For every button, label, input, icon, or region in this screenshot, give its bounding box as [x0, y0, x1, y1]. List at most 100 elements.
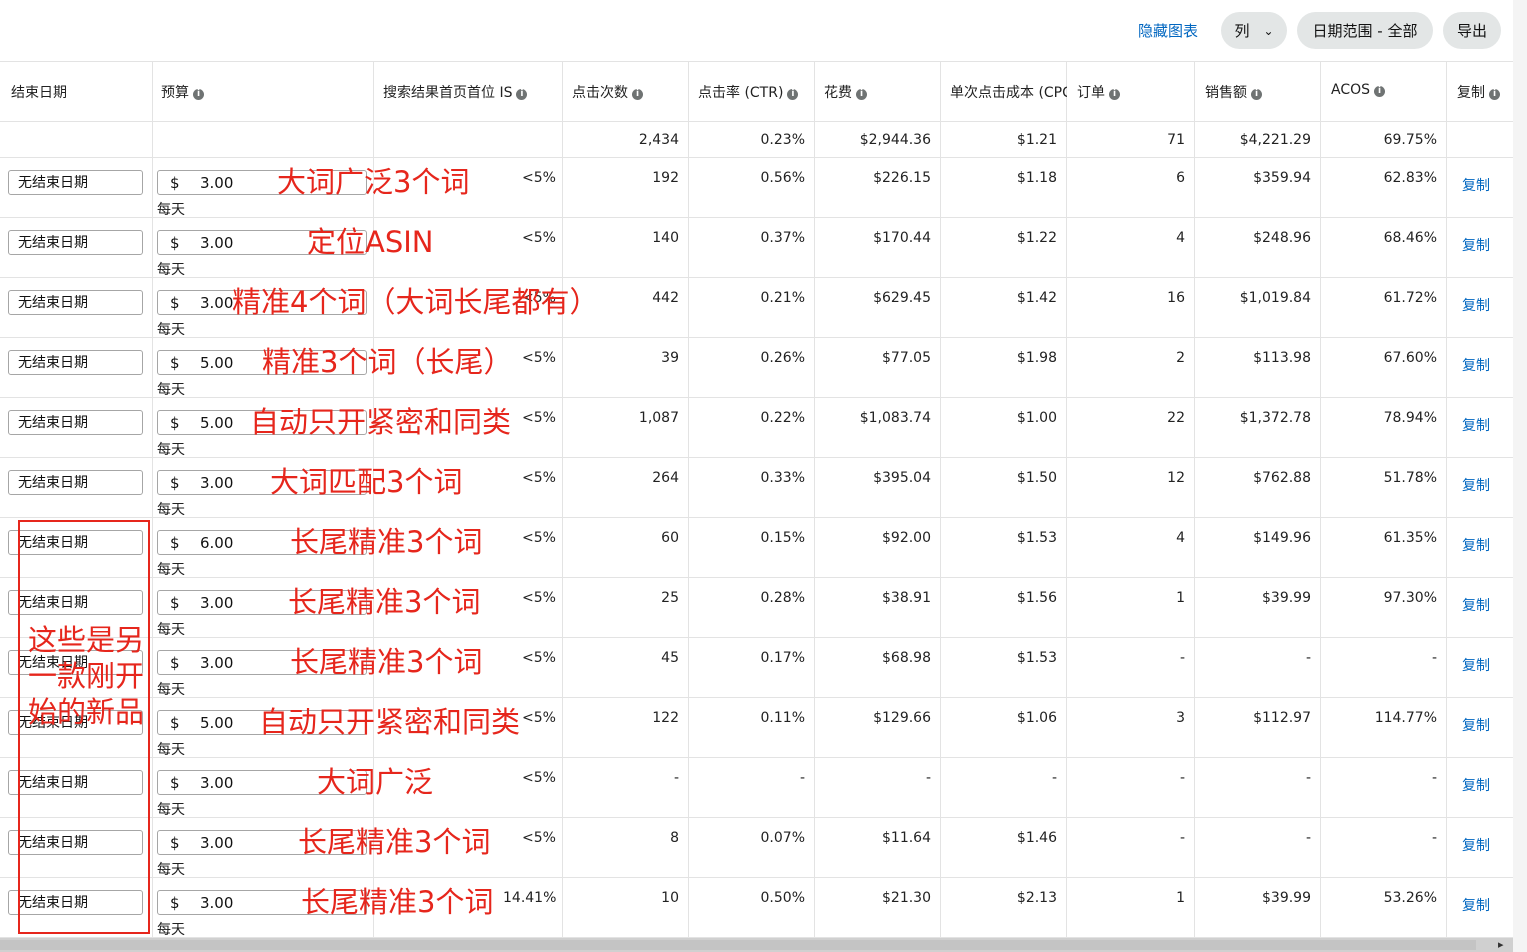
- copy-link[interactable]: 复制: [1462, 715, 1490, 735]
- copy-link[interactable]: 复制: [1462, 355, 1490, 375]
- copy-link[interactable]: 复制: [1462, 595, 1490, 615]
- header-top-is[interactable]: 搜索结果首页首位 IS i: [383, 82, 558, 102]
- ctr-value: 0.07%: [760, 830, 805, 846]
- export-button[interactable]: 导出: [1443, 12, 1501, 49]
- currency-symbol: $: [170, 654, 180, 672]
- total-clicks: 2,434: [638, 132, 679, 148]
- copy-link[interactable]: 复制: [1462, 175, 1490, 195]
- per-day-label: 每天: [157, 622, 185, 638]
- acos-value: 78.94%: [1383, 410, 1437, 426]
- orders-value: 16: [1167, 290, 1185, 306]
- table-row: 无结束日期 $3.00 每天 <5% 442 0.21% $629.45 $1.42 16 $1,…: [0, 278, 1513, 338]
- end-date-field[interactable]: 无结束日期: [8, 470, 143, 495]
- copy-link[interactable]: 复制: [1462, 535, 1490, 555]
- header-spend[interactable]: 花费 i: [824, 82, 936, 102]
- cpc-value: $1.50: [1016, 470, 1057, 486]
- header-acos[interactable]: ACOS i: [1331, 82, 1443, 98]
- date-range-button[interactable]: 日期范围 - 全部: [1297, 12, 1433, 49]
- copy-link[interactable]: 复制: [1462, 835, 1490, 855]
- export-label: 导出: [1456, 22, 1487, 40]
- cpc-value: -: [1051, 770, 1057, 786]
- copy-link[interactable]: 复制: [1462, 475, 1490, 495]
- clicks-value: 140: [652, 230, 679, 246]
- clicks-value: 264: [652, 470, 679, 486]
- end-date-field[interactable]: 无结束日期: [8, 170, 143, 195]
- copy-link[interactable]: 复制: [1462, 295, 1490, 315]
- header-orders[interactable]: 订单 i: [1077, 82, 1189, 102]
- hide-chart-link[interactable]: 隐藏图表: [1138, 20, 1198, 41]
- header-copy[interactable]: 复制 i: [1457, 82, 1513, 102]
- acos-value: 68.46%: [1383, 230, 1437, 246]
- info-icon[interactable]: i: [193, 89, 204, 100]
- spend-value: $1,083.74: [859, 410, 931, 426]
- end-date-field[interactable]: 无结束日期: [8, 410, 143, 435]
- currency-symbol: $: [170, 474, 180, 492]
- header-cpc[interactable]: 单次点击成本 (CPC: [950, 82, 1067, 102]
- acos-value: 97.30%: [1383, 590, 1437, 606]
- table-row: 无结束日期 $6.00 每天 <5% 60 0.15% $92.00 $1.53 4 $149.9…: [0, 518, 1513, 578]
- annotation-note: 自动只开紧密和同类: [259, 705, 521, 739]
- header-clicks[interactable]: 点击次数 i: [572, 82, 684, 102]
- spend-value: $21.30: [882, 890, 931, 906]
- clicks-value: 39: [661, 350, 679, 366]
- info-icon[interactable]: i: [632, 89, 643, 100]
- end-date-field[interactable]: 无结束日期: [8, 350, 143, 375]
- ctr-value: 0.28%: [760, 590, 805, 606]
- top-is-value: <5%: [522, 530, 556, 546]
- info-icon[interactable]: i: [787, 89, 799, 100]
- copy-link[interactable]: 复制: [1462, 655, 1490, 675]
- annotation-note: 大词广泛3个词: [277, 165, 470, 199]
- orders-value: -: [1179, 650, 1185, 666]
- orders-value: 4: [1176, 530, 1185, 546]
- sales-value: $112.97: [1253, 710, 1311, 726]
- total-ctr: 0.23%: [760, 132, 805, 148]
- sales-value: $762.88: [1253, 470, 1311, 486]
- currency-symbol: $: [170, 294, 180, 312]
- ctr-value: 0.11%: [760, 710, 805, 726]
- date-range-label: 日期范围 - 全部: [1312, 22, 1418, 40]
- sales-value: $39.99: [1262, 890, 1311, 906]
- end-date-field[interactable]: 无结束日期: [8, 230, 143, 255]
- header-sales[interactable]: 销售额 i: [1205, 82, 1317, 102]
- per-day-label: 每天: [157, 802, 185, 818]
- info-icon[interactable]: i: [1251, 89, 1262, 100]
- currency-symbol: $: [170, 594, 180, 612]
- per-day-label: 每天: [157, 262, 185, 278]
- budget-value: 3.00: [200, 474, 234, 492]
- ctr-value: -: [799, 770, 805, 786]
- currency-symbol: $: [170, 414, 180, 432]
- cpc-value: $1.22: [1016, 230, 1057, 246]
- top-is-value: <5%: [522, 710, 556, 726]
- end-date-field[interactable]: 无结束日期: [8, 290, 143, 315]
- copy-link[interactable]: 复制: [1462, 775, 1490, 795]
- copy-link[interactable]: 复制: [1462, 895, 1490, 915]
- spend-value: $92.00: [882, 530, 931, 546]
- clicks-value: 192: [652, 170, 679, 186]
- table-row: 无结束日期 $5.00 每天 <5% 1,087 0.22% $1,083.74 $1.00 2…: [0, 398, 1513, 458]
- info-icon[interactable]: i: [516, 89, 528, 100]
- acos-value: 114.77%: [1374, 710, 1437, 726]
- budget-value: 3.00: [200, 834, 234, 852]
- header-end-date[interactable]: 结束日期: [11, 82, 146, 102]
- clicks-value: -: [673, 770, 679, 786]
- cpc-value: $1.00: [1016, 410, 1057, 426]
- divider: [0, 121, 1513, 122]
- orders-value: 3: [1176, 710, 1185, 726]
- info-icon[interactable]: i: [1374, 86, 1386, 97]
- info-icon[interactable]: i: [856, 89, 867, 100]
- annotation-note: 大词匹配3个词: [270, 465, 463, 499]
- header-budget[interactable]: 预算 i: [161, 82, 366, 102]
- sales-value: $39.99: [1262, 590, 1311, 606]
- per-day-label: 每天: [157, 562, 185, 578]
- top-is-value: <5%: [522, 410, 556, 426]
- scroll-right-icon[interactable]: ▸: [1498, 938, 1504, 951]
- columns-dropdown[interactable]: 列 ⌄: [1221, 12, 1287, 49]
- vertical-scrollbar[interactable]: [1513, 0, 1527, 952]
- info-icon[interactable]: i: [1489, 89, 1500, 100]
- info-icon[interactable]: i: [1109, 89, 1120, 100]
- header-ctr[interactable]: 点击率 (CTR) i: [698, 82, 810, 102]
- horizontal-scroll-thumb[interactable]: [0, 940, 1476, 950]
- copy-link[interactable]: 复制: [1462, 235, 1490, 255]
- annotation-note: 长尾精准3个词: [290, 525, 483, 559]
- copy-link[interactable]: 复制: [1462, 415, 1490, 435]
